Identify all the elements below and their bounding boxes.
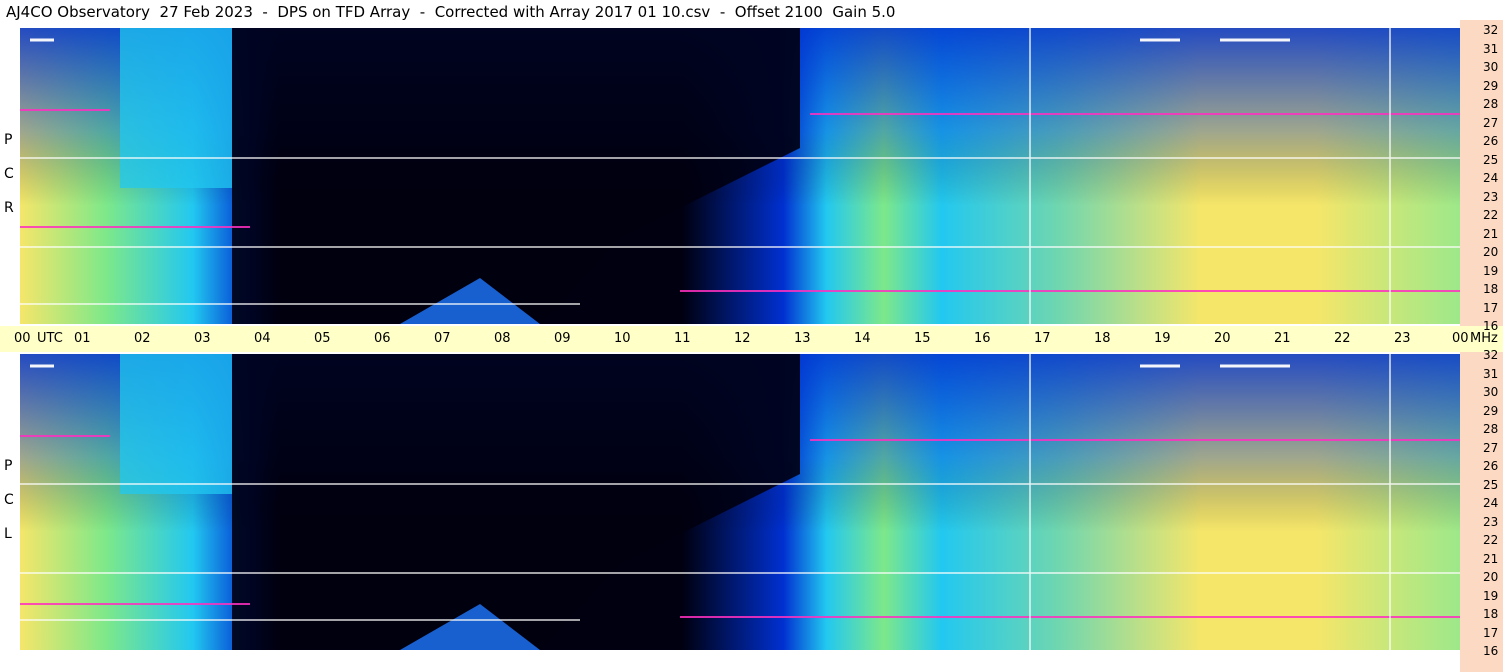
tick-label-18: 18 xyxy=(1094,331,1111,346)
lcp-letter-l: L xyxy=(4,526,12,542)
rcp-freq-tick-19: 19 xyxy=(1483,263,1499,278)
tick-label-20: 20 xyxy=(1214,331,1231,346)
freq-axis-bottom xyxy=(1460,352,1503,672)
rcp-letter-p: R xyxy=(4,200,14,216)
rcp-freq-tick-16: 16 xyxy=(1483,319,1499,333)
rcp-letter-c: C xyxy=(4,166,14,182)
rcp-freq-tick-26: 26 xyxy=(1483,134,1499,148)
lcp-freq-tick-17: 17 xyxy=(1483,625,1499,640)
tick-label-22: 22 xyxy=(1334,331,1351,346)
lcp-freq-tick-25: 25 xyxy=(1483,477,1499,492)
rcp-freq-tick-23: 23 xyxy=(1483,189,1499,204)
tick-label-13: 13 xyxy=(794,331,811,346)
tick-label-12: 12 xyxy=(734,331,751,346)
tick-label-00: 00 xyxy=(14,331,31,346)
lcp-freq-tick-28: 28 xyxy=(1483,422,1499,436)
tick-label-08: 08 xyxy=(494,331,511,346)
tick-label-07: 07 xyxy=(434,331,451,346)
rcp-freq-tick-25: 25 xyxy=(1483,152,1499,167)
lcp-freq-tick-21: 21 xyxy=(1483,551,1499,566)
lcp-freq-tick-22: 22 xyxy=(1483,533,1499,547)
lcp-letter-c: C xyxy=(4,492,14,508)
rcp-letter-r: P xyxy=(4,132,13,148)
rcp-freq-tick-17: 17 xyxy=(1483,300,1499,315)
lcp-freq-tick-16: 16 xyxy=(1483,644,1499,658)
axis-unit-utc: UTC xyxy=(37,331,63,346)
tick-label-00-end: 00 xyxy=(1452,331,1469,346)
rcp-freq-tick-32: 32 xyxy=(1483,23,1499,37)
tick-label-19: 19 xyxy=(1154,331,1171,346)
tick-label-06: 06 xyxy=(374,331,391,346)
tick-label-17: 17 xyxy=(1034,331,1051,346)
lcp-letter-p: P xyxy=(4,458,13,474)
axis-unit-mhz: MHz xyxy=(1470,331,1498,346)
rcp-freq-tick-21: 21 xyxy=(1483,226,1499,241)
tick-label-10: 10 xyxy=(614,331,631,346)
rcp-spectrogram xyxy=(20,28,1460,324)
tick-label-11: 11 xyxy=(674,331,691,346)
rcp-freq-tick-20: 20 xyxy=(1483,245,1499,259)
tick-label-05: 05 xyxy=(314,331,331,346)
lcp-freq-tick-19: 19 xyxy=(1483,588,1499,603)
lcp-freq-tick-32: 32 xyxy=(1483,348,1499,362)
lcp-freq-tick-31: 31 xyxy=(1483,366,1499,381)
tick-label-02: 02 xyxy=(134,331,151,346)
tick-label-15: 15 xyxy=(914,331,931,346)
lcp-freq-tick-30: 30 xyxy=(1483,385,1499,399)
lcp-freq-tick-29: 29 xyxy=(1483,403,1499,418)
rcp-freq-tick-27: 27 xyxy=(1483,115,1499,130)
lcp-freq-tick-26: 26 xyxy=(1483,459,1499,473)
lcp-freq-tick-24: 24 xyxy=(1483,496,1499,510)
tick-label-03: 03 xyxy=(194,331,211,346)
rcp-freq-tick-30: 30 xyxy=(1483,60,1499,74)
tick-label-21: 21 xyxy=(1274,331,1291,346)
lcp-freq-tick-20: 20 xyxy=(1483,570,1499,584)
lcp-spectrogram xyxy=(20,354,1460,650)
tick-label-16: 16 xyxy=(974,331,991,346)
lcp-freq-tick-23: 23 xyxy=(1483,514,1499,529)
rcp-freq-tick-28: 28 xyxy=(1483,97,1499,111)
lcp-freq-tick-18: 18 xyxy=(1483,607,1499,621)
rcp-freq-tick-18: 18 xyxy=(1483,282,1499,296)
rcp-freq-tick-24: 24 xyxy=(1483,171,1499,185)
tick-label-23: 23 xyxy=(1394,331,1411,346)
lcp-freq-tick-27: 27 xyxy=(1483,440,1499,455)
tick-label-01: 01 xyxy=(74,331,91,346)
chart-title: AJ4CO Observatory 27 Feb 2023 - DPS on T… xyxy=(6,3,896,21)
rcp-freq-tick-29: 29 xyxy=(1483,78,1499,93)
tick-label-09: 09 xyxy=(554,331,571,346)
rcp-freq-tick-31: 31 xyxy=(1483,41,1499,56)
rcp-freq-tick-22: 22 xyxy=(1483,208,1499,222)
tick-label-14: 14 xyxy=(854,331,871,346)
tick-label-04: 04 xyxy=(254,331,271,346)
